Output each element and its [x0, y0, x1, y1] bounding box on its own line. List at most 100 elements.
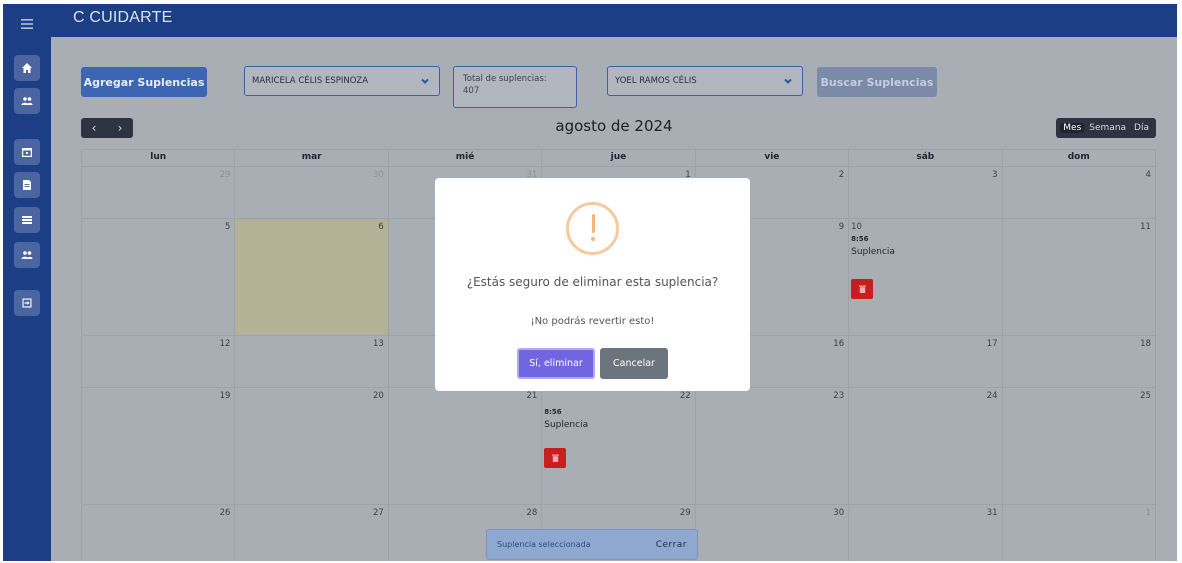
- day-number: 16: [833, 339, 845, 349]
- view-switcher: Mes Semana Día: [1056, 118, 1156, 138]
- day-cell[interactable]: 26: [82, 505, 236, 561]
- employee-select-value: MARICELA CÉLIS ESPINOZA: [252, 76, 369, 86]
- calendar-week: 19 20 21 22 8:56 Suplencia 23 24 25: [82, 387, 1156, 504]
- confirm-delete-dialog: ¿Estás seguro de eliminar esta suplencia…: [435, 178, 750, 391]
- day-cell[interactable]: 1: [1003, 505, 1156, 561]
- day-number: 6: [378, 222, 384, 232]
- sidebar-item-group[interactable]: [14, 242, 40, 268]
- sidebar-item-home[interactable]: [14, 55, 40, 81]
- day-cell[interactable]: 30: [696, 505, 850, 561]
- day-number: 4: [1145, 170, 1151, 180]
- day-number: 9: [838, 222, 845, 232]
- sidebar-item-list[interactable]: [14, 207, 40, 233]
- day-cell[interactable]: 23: [696, 388, 850, 504]
- chevron-down-icon: [420, 76, 430, 86]
- day-cell[interactable]: 31: [849, 505, 1003, 561]
- day-cell[interactable]: 17: [849, 336, 1003, 387]
- day-number: 29: [679, 508, 691, 518]
- day-cell[interactable]: 18: [1003, 336, 1156, 387]
- day-cell[interactable]: 27: [235, 505, 389, 561]
- day-number: 17: [986, 339, 998, 349]
- warning-icon: [566, 202, 619, 255]
- event-time: 8:56: [544, 408, 562, 416]
- calendar-event[interactable]: 8:56 Suplencia: [851, 235, 895, 257]
- day-cell[interactable]: 30: [235, 167, 389, 218]
- sidebar-item-users[interactable]: [14, 88, 40, 114]
- toast-close-button[interactable]: Cerrar: [656, 540, 687, 550]
- day-number: 1: [1145, 508, 1151, 518]
- day-cell[interactable]: 21: [389, 388, 543, 504]
- menu-icon[interactable]: [14, 16, 40, 32]
- day-number: 27: [373, 508, 384, 518]
- day-cell[interactable]: 11: [1003, 219, 1156, 335]
- dialog-title: ¿Estás seguro de eliminar esta suplencia…: [466, 275, 719, 289]
- day-cell[interactable]: 3: [849, 167, 1003, 218]
- day-number: 26: [219, 508, 231, 518]
- search-substitutions-button[interactable]: Buscar Suplencias: [817, 67, 937, 97]
- day-number: 25: [1140, 391, 1151, 401]
- sidebar: [3, 4, 51, 561]
- view-week-button[interactable]: Semana: [1086, 123, 1129, 133]
- delete-event-button[interactable]: [544, 448, 567, 468]
- day-number: 3: [992, 170, 998, 180]
- sidebar-item-calendar[interactable]: [14, 139, 40, 165]
- logout-icon: [22, 298, 32, 308]
- day-cell[interactable]: 20: [235, 388, 389, 504]
- delete-event-button[interactable]: [851, 279, 874, 299]
- weekday-label: sáb: [849, 149, 1003, 166]
- weekday-label: mar: [235, 149, 389, 166]
- day-cell[interactable]: 12: [82, 336, 236, 387]
- add-substitutions-button[interactable]: Agregar Suplencias: [81, 67, 207, 97]
- weekday-label: mié: [388, 149, 543, 166]
- weekday-label: dom: [1002, 149, 1156, 166]
- day-number: 5: [225, 222, 231, 232]
- total-substitutions-box: Total de suplencias: 407: [453, 66, 577, 108]
- trash-icon: [551, 454, 559, 462]
- sidebar-item-documents[interactable]: [14, 172, 40, 198]
- day-number: 24: [986, 391, 998, 401]
- selection-toast: Suplencia seleccionada Cerrar: [486, 529, 698, 560]
- day-number: 23: [833, 391, 845, 401]
- app-title: C CUIDARTE: [73, 9, 173, 26]
- trash-icon: [858, 285, 866, 293]
- day-cell[interactable]: 25: [1003, 388, 1156, 504]
- view-month-button[interactable]: Mes: [1060, 123, 1085, 133]
- day-number: 21: [526, 391, 538, 401]
- calendar-icon: [22, 148, 32, 157]
- day-number: 22: [679, 391, 691, 401]
- day-number: 30: [833, 508, 845, 518]
- day-number: 2: [838, 170, 845, 180]
- day-cell[interactable]: 22 8:56 Suplencia: [542, 388, 696, 504]
- day-cell[interactable]: 13: [235, 336, 389, 387]
- toast-message: Suplencia seleccionada: [497, 540, 591, 549]
- day-cell[interactable]: 29: [82, 167, 236, 218]
- day-number: 12: [219, 339, 231, 349]
- day-cell[interactable]: 24: [849, 388, 1003, 504]
- day-cell[interactable]: 10 8:56 Suplencia: [849, 219, 1003, 335]
- calendar-event[interactable]: 8:56 Suplencia: [544, 408, 588, 430]
- day-cell[interactable]: 5: [82, 219, 236, 335]
- weekday-label: vie: [695, 149, 850, 166]
- substitute-select-value: YOEL RAMOS CÉLIS: [615, 76, 697, 86]
- view-day-button[interactable]: Día: [1131, 123, 1152, 133]
- weekday-label: jue: [542, 149, 696, 166]
- total-label: Total de suplencias:: [463, 74, 547, 84]
- day-number: 31: [986, 508, 998, 518]
- weekday-header: lun mar mié jue vie sáb dom: [82, 149, 1156, 166]
- day-cell-today[interactable]: 6: [235, 219, 389, 335]
- main-content: Agregar Suplencias MARICELA CÉLIS ESPINO…: [51, 37, 1177, 561]
- document-icon: [23, 180, 31, 190]
- total-value: 407: [463, 86, 480, 96]
- users-icon: [21, 97, 33, 105]
- day-cell[interactable]: 4: [1003, 167, 1156, 218]
- day-number: 20: [373, 391, 384, 401]
- cancel-button[interactable]: Cancelar: [600, 348, 668, 379]
- employee-select[interactable]: MARICELA CÉLIS ESPINOZA: [244, 66, 440, 96]
- sidebar-item-logout[interactable]: [14, 290, 40, 316]
- event-time: 8:56: [851, 235, 869, 243]
- event-title: Suplencia: [851, 247, 895, 257]
- day-cell[interactable]: 19: [82, 388, 236, 504]
- confirm-delete-button[interactable]: Sí, eliminar: [517, 348, 595, 379]
- substitute-select[interactable]: YOEL RAMOS CÉLIS: [607, 66, 803, 96]
- top-bar: C CUIDARTE: [51, 4, 1177, 37]
